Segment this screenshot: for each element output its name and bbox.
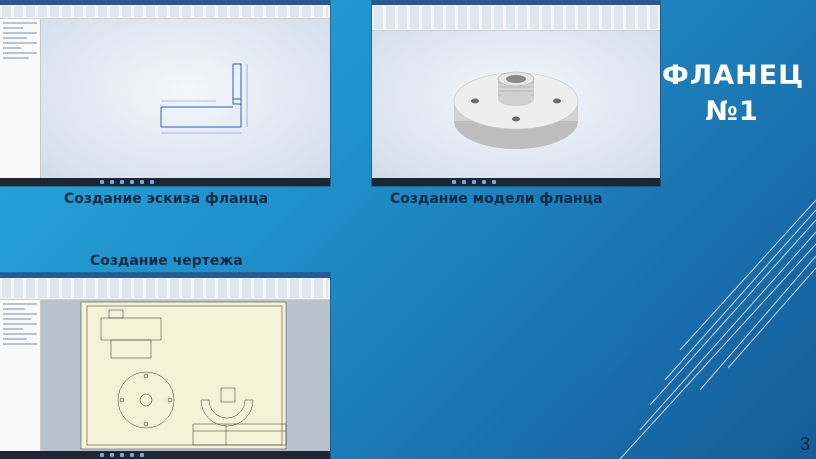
sketch-viewport — [41, 19, 330, 178]
slide-title-line2: №1 — [705, 96, 759, 127]
flange-sketch — [160, 63, 248, 134]
ribbon-toolbar — [372, 0, 660, 31]
flange-3d-model — [453, 71, 579, 149]
caption-model: Создание модели фланца — [390, 191, 603, 207]
model-viewport — [372, 31, 660, 178]
drawing-browser-panel — [0, 300, 41, 451]
model-screenshot — [372, 0, 660, 186]
slide-title-line1: ФЛАНЕЦ — [662, 60, 805, 91]
caption-drawing: Создание чертежа — [90, 253, 243, 269]
slide-title: ФЛАНЕЦ №1 — [662, 58, 805, 130]
drawing-sheet-area — [41, 300, 330, 451]
sketch-screenshot — [0, 0, 330, 186]
ribbon-toolbar — [0, 273, 330, 300]
ribbon-toolbar — [0, 0, 330, 19]
taskbar — [372, 178, 660, 186]
taskbar — [0, 451, 330, 459]
taskbar — [0, 178, 330, 186]
caption-sketch: Создание эскиза фланца — [64, 191, 269, 207]
model-browser-panel — [0, 19, 41, 178]
page-number: 3 — [799, 434, 810, 454]
drawing-screenshot — [0, 273, 330, 459]
flange-drawing-sheet — [80, 301, 287, 450]
